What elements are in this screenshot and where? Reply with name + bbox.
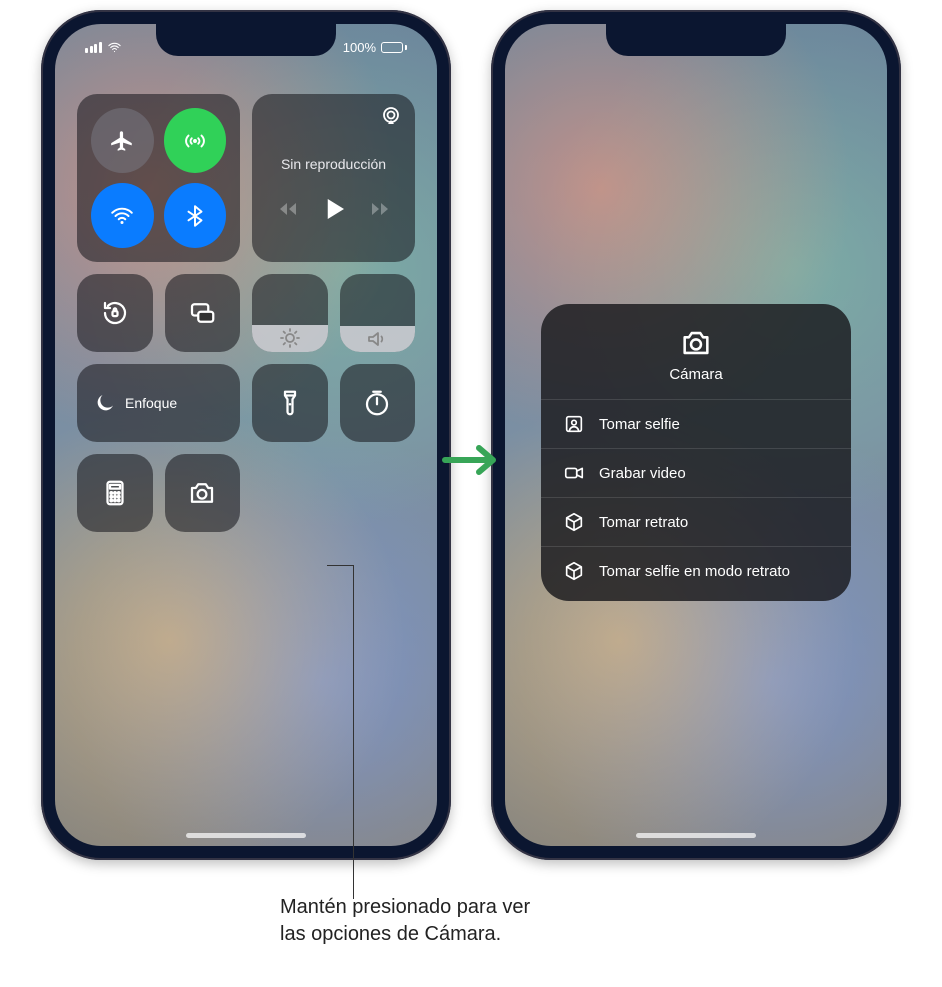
camera-icon	[679, 326, 713, 360]
volume-icon	[365, 327, 389, 351]
menu-item-take-selfie[interactable]: Tomar selfie	[541, 399, 851, 448]
menu-item-label: Tomar retrato	[599, 514, 688, 531]
callout-leader-line	[353, 566, 354, 899]
phone-right: Cámara Tomar selfie Grabar video Tomar r…	[491, 10, 901, 860]
wifi-icon	[107, 40, 122, 55]
menu-item-take-portrait[interactable]: Tomar retrato	[541, 497, 851, 546]
cube-icon	[563, 560, 585, 582]
volume-slider[interactable]	[340, 274, 416, 352]
callout-line-1: Mantén presionado para ver	[280, 896, 530, 918]
screen-control-center: 100%	[55, 24, 437, 846]
arrow-icon	[441, 440, 501, 480]
rewind-icon[interactable]	[276, 197, 300, 221]
bluetooth-icon	[182, 203, 208, 229]
wifi-toggle[interactable]	[91, 183, 154, 248]
flashlight-button[interactable]	[252, 364, 328, 442]
callout-text: Mantén presionado para ver las opciones …	[280, 894, 530, 948]
camera-quick-actions-menu: Cámara Tomar selfie Grabar video Tomar r…	[541, 304, 851, 601]
media-tile[interactable]: Sin reproducción	[252, 94, 415, 262]
selfie-icon	[563, 413, 585, 435]
focus-label: Enfoque	[125, 395, 177, 411]
battery-percent: 100%	[343, 40, 376, 55]
cellular-icon	[182, 128, 208, 154]
camera-button[interactable]	[165, 454, 241, 532]
callout-line-2: las opciones de Cámara.	[280, 923, 501, 945]
screen-camera-menu: Cámara Tomar selfie Grabar video Tomar r…	[505, 24, 887, 846]
camera-menu-title: Cámara	[541, 366, 851, 383]
notch	[606, 24, 786, 56]
calculator-button[interactable]	[77, 454, 153, 532]
focus-button[interactable]: Enfoque	[77, 364, 240, 442]
menu-item-label: Tomar selfie	[599, 416, 680, 433]
play-icon[interactable]	[319, 194, 349, 224]
cube-icon	[563, 511, 585, 533]
home-indicator[interactable]	[186, 833, 306, 838]
phone-left: 100%	[41, 10, 451, 860]
screen-mirroring-button[interactable]	[165, 274, 241, 352]
now-playing-label: Sin reproducción	[266, 156, 401, 172]
signal-bars-icon	[85, 42, 102, 53]
menu-item-record-video[interactable]: Grabar video	[541, 448, 851, 497]
cellular-toggle[interactable]	[164, 108, 227, 173]
menu-item-label: Tomar selfie en modo retrato	[599, 563, 790, 580]
airplay-icon[interactable]	[379, 104, 403, 128]
brightness-slider[interactable]	[252, 274, 328, 352]
rotation-lock-icon	[100, 298, 130, 328]
menu-item-label: Grabar video	[599, 465, 686, 482]
bluetooth-toggle[interactable]	[164, 183, 227, 248]
airplane-icon	[109, 128, 135, 154]
brightness-icon	[278, 326, 302, 350]
control-center-grid: Sin reproducción	[77, 94, 415, 532]
calculator-icon	[100, 478, 130, 508]
wifi-icon	[109, 203, 135, 229]
flashlight-icon	[275, 388, 305, 418]
menu-item-take-portrait-selfie[interactable]: Tomar selfie en modo retrato	[541, 546, 851, 595]
camera-icon	[187, 478, 217, 508]
forward-icon[interactable]	[368, 197, 392, 221]
notch	[156, 24, 336, 56]
screen-mirroring-icon	[187, 298, 217, 328]
connectivity-group[interactable]	[77, 94, 240, 262]
battery-icon	[381, 42, 407, 53]
airplane-mode-toggle[interactable]	[91, 108, 154, 173]
timer-icon	[362, 388, 392, 418]
figure-stage: 100%	[0, 0, 942, 900]
rotation-lock-button[interactable]	[77, 274, 153, 352]
moon-icon	[93, 391, 117, 415]
timer-button[interactable]	[340, 364, 416, 442]
home-indicator[interactable]	[636, 833, 756, 838]
video-icon	[563, 462, 585, 484]
